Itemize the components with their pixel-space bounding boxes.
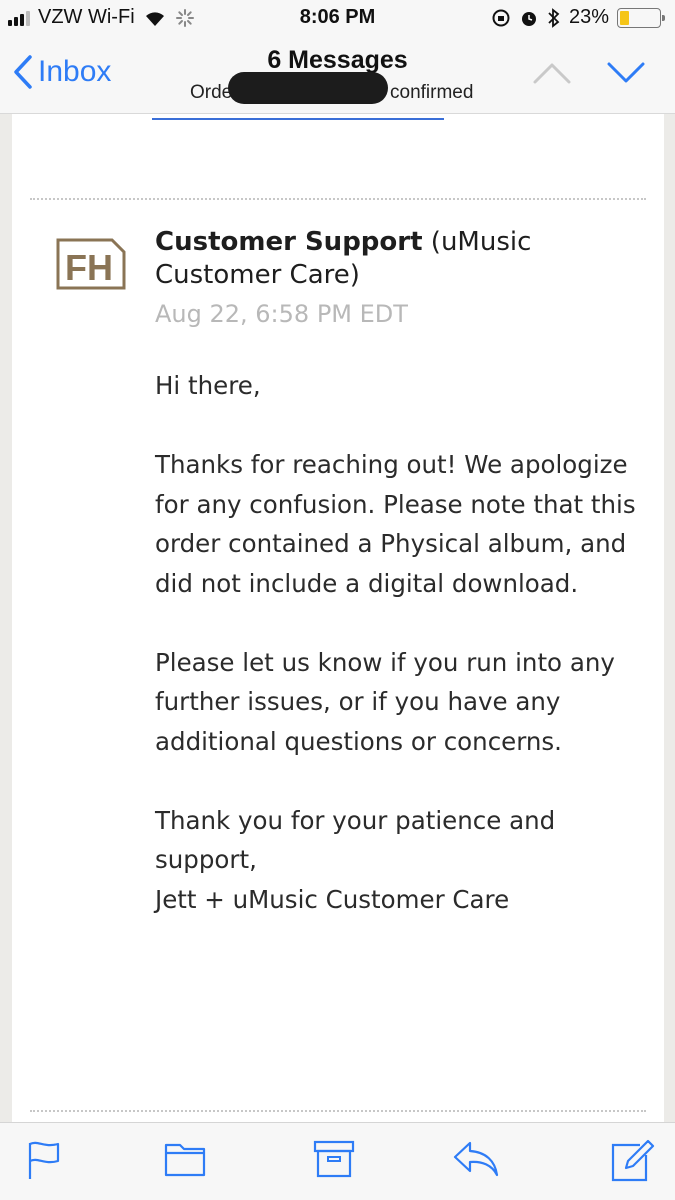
archive-icon xyxy=(313,1140,355,1178)
logo-text: FH xyxy=(65,247,113,288)
previous-message-button[interactable] xyxy=(532,60,572,91)
message-card: FH Customer Support (uMusic Customer Car… xyxy=(12,114,664,1122)
next-message-button[interactable] xyxy=(606,60,646,91)
archive-button[interactable] xyxy=(313,1139,355,1183)
flag-button[interactable] xyxy=(26,1139,62,1185)
subtitle-right: confirmed xyxy=(390,82,474,103)
thread-title: 6 Messages xyxy=(267,46,408,74)
sender-logo: FH xyxy=(56,238,126,294)
redaction-mark xyxy=(228,72,388,104)
folder-icon xyxy=(164,1143,206,1177)
bottom-toolbar xyxy=(0,1122,675,1200)
battery-icon xyxy=(617,7,665,28)
message-date: Aug 22, 6:58 PM EDT xyxy=(155,300,408,328)
compose-icon xyxy=(611,1139,655,1182)
status-right: 23% xyxy=(491,6,665,29)
closing-line: Thank you for your patience and support, xyxy=(155,805,556,875)
status-bar: VZW Wi-Fi 8:06 PM 23% xyxy=(0,0,675,38)
subtitle-left: Orde xyxy=(190,82,233,103)
body-paragraph: Please let us know if you run into any f… xyxy=(155,647,615,756)
greeting: Hi there, xyxy=(155,371,261,400)
bluetooth-icon xyxy=(548,7,560,28)
chevron-up-icon xyxy=(533,63,571,84)
previous-message-link-fragment[interactable] xyxy=(152,114,444,120)
move-to-folder-button[interactable] xyxy=(164,1139,206,1181)
reply-button[interactable] xyxy=(452,1139,500,1183)
flag-icon xyxy=(28,1141,60,1179)
message-divider-top xyxy=(30,198,646,200)
reply-icon xyxy=(453,1141,499,1177)
alarm-icon xyxy=(521,11,536,26)
compose-button[interactable] xyxy=(610,1139,656,1187)
message-body: Hi there, Thanks for reaching out! We ap… xyxy=(155,366,660,919)
battery-percent: 23% xyxy=(568,6,609,28)
sender-line: Customer Support (uMusic Customer Care) xyxy=(155,226,625,292)
signature-line: Jett + uMusic Customer Care xyxy=(155,884,510,914)
battery-fill xyxy=(620,10,629,25)
message-divider-bottom xyxy=(30,1110,646,1112)
sender-name: Customer Support xyxy=(155,227,423,257)
rotation-lock-icon xyxy=(492,9,510,26)
body-paragraph: Thanks for reaching out! We apologize fo… xyxy=(155,450,636,598)
nav-bar: Inbox 6 Messages Orde confirmed xyxy=(0,38,675,114)
chevron-down-icon xyxy=(607,62,645,83)
